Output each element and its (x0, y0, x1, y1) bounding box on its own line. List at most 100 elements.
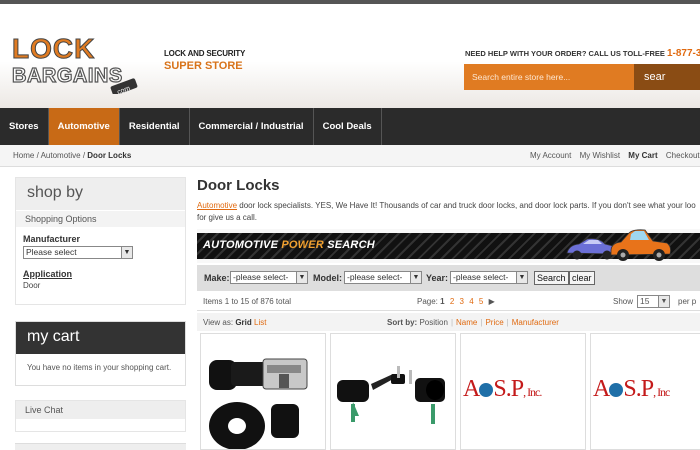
page-link[interactable]: 5 (479, 297, 483, 306)
page-link[interactable]: 3 (460, 297, 464, 306)
sort-by-label: Sort by: (387, 318, 418, 327)
svg-text:BARGAINS: BARGAINS (12, 65, 123, 87)
per-page-select[interactable]: 15 ▼ (637, 295, 670, 308)
description-text: door lock specialists. YES, We Have It! … (237, 201, 696, 210)
tagline-line2: SUPER STORE (164, 60, 243, 72)
tagline-line1: LOCK AND SECURITY (164, 49, 246, 58)
search-input[interactable]: Search entire store here... (464, 64, 634, 90)
application-value: Door (23, 281, 41, 290)
year-select-value: -please select- (453, 272, 509, 282)
nav-automotive[interactable]: Automotive (48, 108, 120, 145)
breadcrumb-current: Door Locks (87, 151, 132, 160)
nav-residential[interactable]: Residential (120, 108, 190, 145)
site-header: LOCK BARGAINS .com LOCK AND SECURITY SUP… (0, 0, 700, 108)
search-button[interactable]: sear (634, 64, 700, 90)
asp-brand-logo: A S.P, Inc. (463, 376, 542, 402)
sort-manufacturer-link[interactable]: Manufacturer (512, 318, 559, 327)
power-search-button[interactable]: Search (534, 271, 569, 285)
page-title: Door Locks (197, 177, 280, 194)
per-page-label: per p (678, 297, 697, 306)
breadcrumb-bar: Home / Automotive / Door Locks My Accoun… (0, 145, 700, 167)
manufacturer-select-value: Please select (26, 247, 77, 257)
chevron-down-icon: ▼ (410, 272, 421, 283)
live-chat-box: Live Chat (15, 400, 186, 432)
live-chat-title[interactable]: Live Chat (16, 401, 185, 419)
product-card[interactable] (330, 333, 456, 450)
make-label: Make: (204, 273, 230, 283)
chevron-down-icon: ▼ (121, 247, 132, 258)
asp-brand-logo: A S.P, Inc (593, 376, 670, 402)
year-select[interactable]: -please select- ▼ (450, 271, 528, 284)
power-search-bar: Make: -please select- ▼ Model: -please se… (197, 265, 700, 291)
help-label: NEED HELP WITH YOUR ORDER? CALL US TOLL-… (465, 49, 665, 58)
banner-title: AUTOMOTIVE POWER SEARCH (203, 239, 375, 251)
manufacturer-select[interactable]: Please select ▼ (23, 246, 133, 259)
help-text: NEED HELP WITH YOUR ORDER? CALL US TOLL-… (465, 48, 700, 59)
my-wishlist-link[interactable]: My Wishlist (580, 151, 620, 160)
breadcrumb-home[interactable]: Home (13, 151, 34, 160)
chevron-down-icon: ▼ (516, 272, 527, 283)
main-nav: Stores Automotive Residential Commercial… (0, 108, 700, 145)
lock-set-with-keys-image (337, 366, 445, 424)
model-select[interactable]: -please select- ▼ (344, 271, 422, 284)
view-grid: Grid (235, 318, 252, 327)
sidebar-next-box (15, 443, 186, 450)
manufacturer-label: Manufacturer (23, 234, 81, 244)
product-card[interactable] (200, 333, 326, 450)
shopping-options-title: Shopping Options (16, 210, 185, 227)
clear-button[interactable]: clear (569, 271, 595, 285)
svg-text:LOCK: LOCK (12, 34, 95, 64)
pager: Page: 1 2 3 4 5 ▶ (417, 297, 495, 306)
my-cart-box: my cart You have no items in your shoppi… (15, 321, 186, 386)
nav-commercial-industrial[interactable]: Commercial / Industrial (190, 108, 314, 145)
per-page-value: 15 (640, 296, 650, 306)
item-count: Items 1 to 15 of 876 total (203, 297, 292, 306)
sort-price-link[interactable]: Price (485, 318, 503, 327)
my-cart-link[interactable]: My Cart (628, 151, 657, 160)
product-card[interactable]: A S.P, Inc (590, 333, 700, 450)
year-label: Year: (426, 273, 449, 283)
make-select[interactable]: -please select- ▼ (230, 271, 308, 284)
sort-name-link[interactable]: Name (456, 318, 477, 327)
model-select-value: -please select- (347, 272, 403, 282)
chevron-down-icon: ▼ (296, 272, 307, 283)
banner-text-3: SEARCH (323, 239, 375, 251)
breadcrumb-automotive[interactable]: Automotive (41, 151, 81, 160)
banner-text-power: POWER (281, 239, 324, 251)
chevron-down-icon: ▼ (658, 296, 669, 307)
phone-number[interactable]: 1-877-341- (667, 48, 700, 59)
globe-icon (609, 383, 624, 398)
pager-toolbar: Items 1 to 15 of 876 total Page: 1 2 3 4… (197, 293, 700, 311)
shop-by-box: shop by Shopping Options Manufacturer Pl… (15, 177, 186, 305)
lock-bargains-logo[interactable]: LOCK BARGAINS .com (10, 34, 160, 94)
orange-truck-image (610, 229, 671, 261)
cart-empty-message: You have no items in your shopping cart. (27, 363, 172, 372)
power-search-banner: AUTOMOTIVE POWER SEARCH (197, 229, 700, 263)
tagline: LOCK AND SECURITY SUPER STORE (164, 49, 245, 72)
top-links: My Account My Wishlist My Cart Checkout … (530, 151, 700, 160)
view-list-link[interactable]: List (254, 318, 266, 327)
model-label: Model: (313, 273, 342, 283)
product-card[interactable]: A S.P, Inc. (460, 333, 586, 450)
shop-by-title: shop by (16, 178, 185, 210)
description-text-2: for give us a call. (197, 213, 258, 222)
page-link[interactable]: 2 (450, 297, 454, 306)
automotive-link[interactable]: Automotive (197, 201, 237, 210)
sort-current: Position (419, 318, 448, 327)
banner-text-1: AUTOMOTIVE (203, 239, 282, 251)
checkout-link[interactable]: Checkout (666, 151, 700, 160)
nav-cool-deals[interactable]: Cool Deals (314, 108, 382, 145)
application-filter-link[interactable]: Application (23, 269, 178, 279)
show-label: Show (613, 297, 634, 306)
next-page-icon[interactable]: ▶ (489, 297, 495, 306)
my-account-link[interactable]: My Account (530, 151, 571, 160)
page-link[interactable]: 4 (469, 297, 473, 306)
category-description: Automotive door lock specialists. YES, W… (197, 200, 700, 224)
current-page: 1 (440, 297, 445, 306)
sort-by: Sort by: Position | Name | Price | Manufacture… (387, 318, 559, 327)
page-label: Page: (417, 297, 438, 306)
my-cart-title: my cart (16, 322, 185, 354)
nav-stores[interactable]: Stores (0, 108, 49, 145)
sort-toolbar: View as: Grid List Sort by: Position | Nam… (197, 313, 700, 331)
globe-icon (479, 383, 494, 398)
